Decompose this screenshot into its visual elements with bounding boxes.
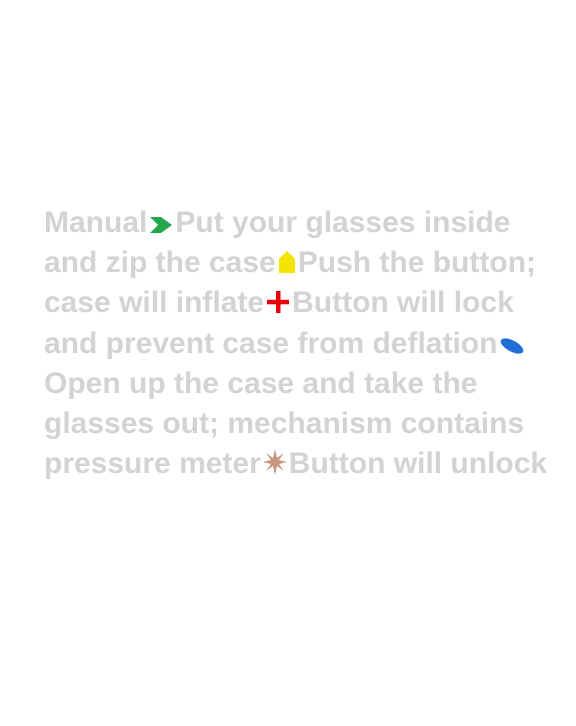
plus-icon <box>266 290 290 314</box>
star-burst-icon <box>262 449 287 476</box>
chevron-right-icon <box>149 216 173 234</box>
house-shape-icon <box>278 250 296 274</box>
segment-manual: Manual <box>44 206 148 239</box>
segment-button-unlock: Button will unlock <box>288 447 548 481</box>
ellipse-icon <box>499 337 525 355</box>
instruction-text: Manual Put your glasses inside and zip th… <box>44 203 564 484</box>
